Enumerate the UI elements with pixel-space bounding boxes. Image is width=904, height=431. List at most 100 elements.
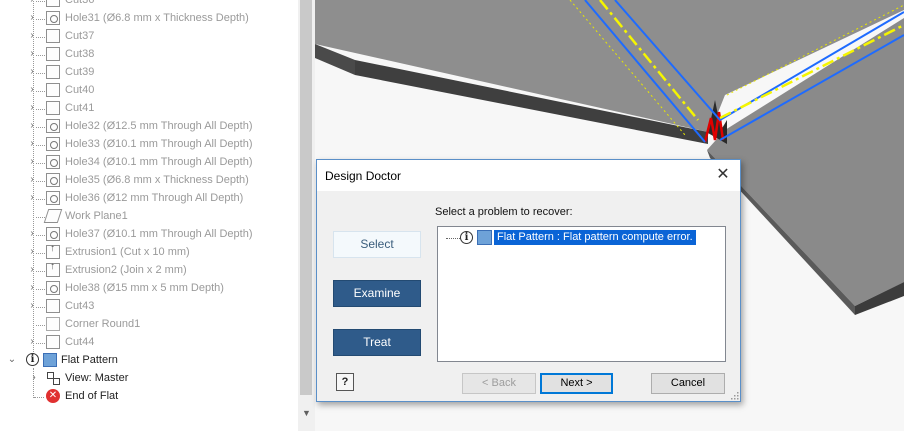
browser-item[interactable]: › Hole33 (Ø10.1 mm Through All Depth) [0, 136, 298, 154]
ext-feature-icon [46, 261, 60, 277]
browser-item[interactable]: › Cut41 [0, 100, 298, 118]
expand-arrow-icon[interactable]: › [27, 83, 37, 97]
browser-scrollbar[interactable]: ▼ [298, 0, 315, 431]
expand-arrow-icon[interactable]: › [27, 65, 37, 79]
close-icon[interactable]: ✕ [712, 165, 734, 185]
browser-item[interactable]: › Hole31 (Ø6.8 mm x Thickness Depth) [0, 10, 298, 28]
problem-list[interactable]: i Flat Pattern : Flat pattern compute er… [437, 226, 726, 362]
tree-connector [36, 325, 45, 326]
browser-item-end-of-flat[interactable]: ✕ End of Flat [0, 388, 298, 406]
select-step-button[interactable]: Select [333, 231, 421, 258]
cut-feature-icon [46, 65, 60, 79]
browser-item[interactable]: › Cut37 [0, 28, 298, 46]
tree-connector [446, 238, 460, 239]
scroll-down-arrow-icon[interactable]: ▼ [298, 405, 315, 421]
browser-item[interactable]: › Hole38 (Ø15 mm x 5 mm Depth) [0, 280, 298, 298]
cancel-button[interactable]: Cancel [651, 373, 725, 394]
browser-item-label: Cut41 [65, 102, 95, 114]
browser-item-flat-pattern[interactable]: ⌄ i Flat Pattern [0, 352, 298, 370]
treat-step-button[interactable]: Treat [333, 329, 421, 356]
expand-arrow-icon[interactable]: › [27, 119, 37, 133]
back-button[interactable]: < Back [462, 373, 536, 394]
cut-feature-icon [46, 29, 60, 43]
plane-feature-icon [43, 209, 63, 223]
problem-item-flat-pattern[interactable]: Flat Pattern : Flat pattern compute erro… [494, 230, 696, 245]
browser-item[interactable]: › Cut39 [0, 64, 298, 82]
expand-arrow-icon[interactable]: › [27, 155, 37, 169]
tree-connector [36, 73, 45, 74]
hole-feature-icon [46, 191, 60, 205]
problem-prompt: Select a problem to recover: [435, 206, 573, 218]
expand-arrow-icon[interactable]: › [27, 47, 37, 61]
tree-connector [34, 397, 44, 398]
info-icon: i [460, 231, 473, 244]
tree-connector [36, 127, 45, 128]
help-button[interactable]: ? [336, 373, 354, 391]
browser-item-label: Hole35 (Ø6.8 mm x Thickness Depth) [65, 174, 249, 186]
hole-feature-icon [46, 227, 60, 241]
browser-item-label: Hole34 (Ø10.1 mm Through All Depth) [65, 156, 253, 168]
browser-item-label: Corner Round1 [65, 318, 141, 330]
browser-item[interactable]: › Hole35 (Ø6.8 mm x Thickness Depth) [0, 172, 298, 190]
expand-arrow-icon[interactable]: › [27, 245, 37, 259]
expand-arrow-icon[interactable]: › [27, 281, 37, 295]
expand-arrow-icon[interactable]: › [27, 263, 37, 277]
browser-item-label: Extrusion1 (Cut x 10 mm) [65, 246, 190, 258]
browser-item-label: Hole37 (Ø10.1 mm Through All Depth) [65, 228, 253, 240]
browser-item-label: Hole38 (Ø15 mm x 5 mm Depth) [65, 282, 224, 294]
expand-arrow-icon[interactable]: › [27, 11, 37, 25]
tree-connector [36, 271, 45, 272]
tree-connector [36, 199, 45, 200]
examine-step-button[interactable]: Examine [333, 280, 421, 307]
tree-connector [36, 55, 45, 56]
tree-connector [36, 163, 45, 164]
browser-item[interactable]: Work Plane1 [0, 208, 298, 226]
browser-item-label: End of Flat [65, 390, 119, 402]
hole-feature-icon [46, 281, 60, 295]
browser-item[interactable]: › Extrusion2 (Join x 2 mm) [0, 261, 298, 280]
tree-connector [36, 343, 45, 344]
design-doctor-dialog: Design Doctor ✕ Select Examine Treat Sel… [316, 159, 741, 402]
browser-item[interactable]: Corner Round1 [0, 316, 298, 334]
browser-item[interactable]: › Hole34 (Ø10.1 mm Through All Depth) [0, 154, 298, 172]
browser-item-label: Cut37 [65, 30, 95, 42]
tree-connector [36, 145, 45, 146]
browser-item[interactable]: › Hole36 (Ø12 mm Through All Depth) [0, 190, 298, 208]
hole-feature-icon [46, 11, 60, 25]
expand-arrow-icon[interactable]: › [27, 101, 37, 115]
expand-arrow-icon[interactable]: › [29, 371, 39, 385]
expand-arrow-icon[interactable]: › [27, 299, 37, 313]
browser-item[interactable]: › Hole32 (Ø12.5 mm Through All Depth) [0, 118, 298, 136]
browser-item[interactable]: › Cut38 [0, 46, 298, 64]
cut-feature-icon [46, 47, 60, 61]
dialog-titlebar[interactable]: Design Doctor ✕ [317, 160, 740, 191]
expand-arrow-icon[interactable]: › [27, 227, 37, 241]
cut-feature-icon [46, 0, 60, 7]
browser-item[interactable]: › Cut40 [0, 82, 298, 100]
expand-arrow-icon[interactable]: › [27, 173, 37, 187]
browser-item-label: Cut36 [65, 0, 95, 6]
collapse-arrow-icon[interactable]: ⌄ [7, 353, 17, 367]
dialog-title: Design Doctor [325, 169, 402, 183]
expand-arrow-icon[interactable]: › [27, 335, 37, 349]
expand-arrow-icon[interactable]: › [27, 137, 37, 151]
browser-item-label: Flat Pattern [61, 354, 118, 366]
next-button[interactable]: Next > [540, 373, 613, 394]
browser-item[interactable]: ›Cut36 [0, 0, 298, 10]
browser-item[interactable]: › Cut44 [0, 334, 298, 352]
scrollbar-thumb[interactable] [300, 0, 312, 395]
browser-item[interactable]: › Extrusion1 (Cut x 10 mm) [0, 243, 298, 262]
tree-connector [36, 109, 45, 110]
browser-item[interactable]: › Hole37 (Ø10.1 mm Through All Depth) [0, 226, 298, 244]
hole-feature-icon [46, 155, 60, 169]
browser-item-label: Cut40 [65, 84, 95, 96]
resize-grip-icon[interactable] [729, 390, 739, 400]
browser-item-view-master[interactable]: › View: Master [0, 370, 298, 388]
tree-connector [36, 235, 45, 236]
expand-arrow-icon[interactable]: › [27, 29, 37, 43]
cut-feature-icon [46, 299, 60, 313]
expand-arrow-icon[interactable]: › [27, 191, 37, 205]
browser-item[interactable]: › Cut43 [0, 298, 298, 316]
corner-feature-icon [46, 317, 60, 331]
tree-connector [36, 37, 45, 38]
